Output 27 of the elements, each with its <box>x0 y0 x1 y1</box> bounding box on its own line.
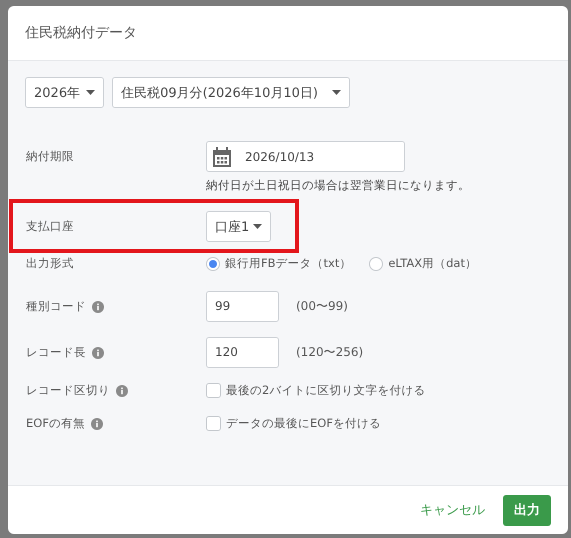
field-label: EOFの有無 <box>26 416 85 431</box>
field-label: 種別コード <box>26 299 86 314</box>
number-field[interactable]: 120 <box>206 337 279 368</box>
account-select[interactable]: 口座1 <box>206 211 272 242</box>
field-label: 納付期限 <box>26 149 74 164</box>
checkbox-option[interactable]: 最後の2バイトに区切り文字を付ける <box>206 383 426 398</box>
dialog-title: 住民税納付データ <box>25 24 137 42</box>
period-select[interactable]: 住民税09月分(2026年10月10日) <box>112 77 350 108</box>
radio-option[interactable]: eLTAX用（dat） <box>369 256 477 271</box>
field-label: レコード長 <box>26 345 86 360</box>
output-button[interactable]: 出力 <box>503 494 551 526</box>
caret-icon <box>332 90 342 95</box>
note-text: 納付日が土日祝日の場合は翌営業日になります。 <box>206 178 470 193</box>
range-hint: (120〜256) <box>296 344 364 361</box>
field-label: 出力形式 <box>26 256 74 271</box>
checkbox-option[interactable]: データの最後にEOFを付ける <box>206 416 381 431</box>
date-field[interactable]: 2026/10/13 <box>206 141 405 172</box>
radio-option[interactable]: 銀行用FBデータ（txt） <box>206 256 352 271</box>
field-label: 支払口座 <box>26 219 74 234</box>
number-field[interactable]: 99 <box>206 291 279 322</box>
caret-icon <box>253 224 262 229</box>
period-select[interactable]: 2026年 <box>25 77 104 108</box>
field-label: レコード区切り <box>26 383 110 398</box>
calendar-icon <box>213 146 231 166</box>
range-hint: (00〜99) <box>296 298 348 315</box>
cancel-button[interactable]: キャンセル <box>420 501 485 519</box>
caret-icon <box>86 90 96 95</box>
